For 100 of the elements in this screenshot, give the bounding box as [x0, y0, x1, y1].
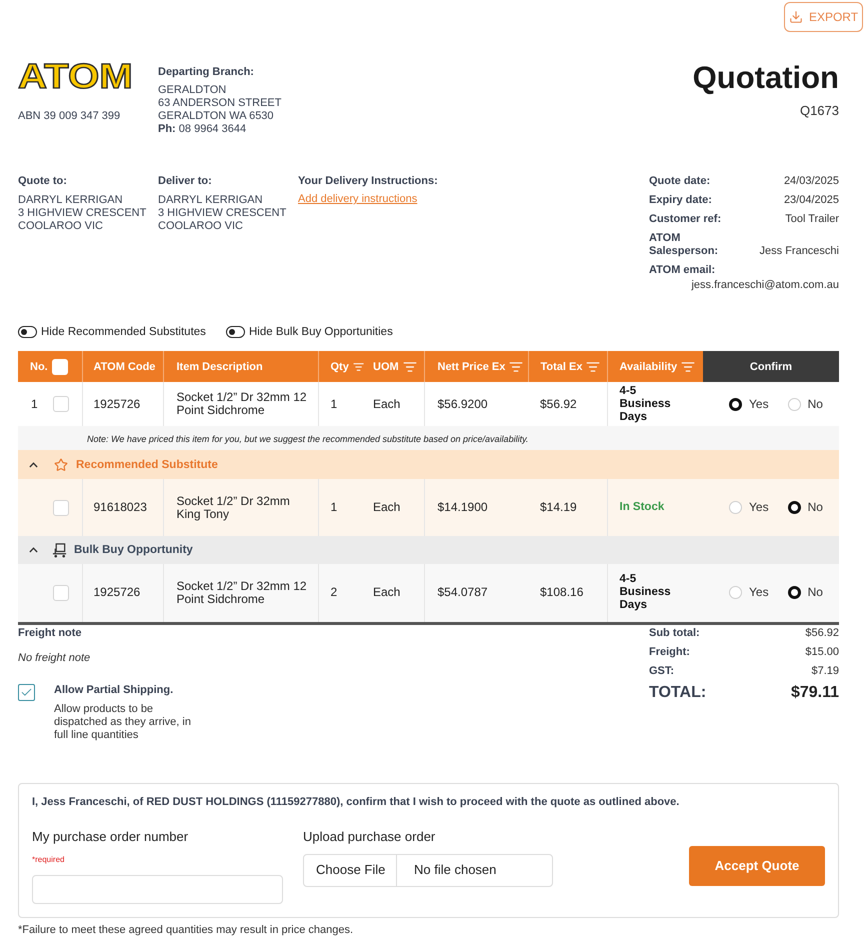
- total-value: $56.92: [805, 626, 839, 640]
- column-label: ATOM Code: [94, 360, 156, 374]
- trolley-icon: [52, 542, 67, 558]
- radio-label[interactable]: Yes: [749, 501, 769, 514]
- partial-shipping-checkbox[interactable]: [18, 684, 35, 700]
- table-cell: Each: [364, 479, 424, 536]
- freight-note: No freight note: [18, 652, 92, 664]
- address-line: DARRYL KERRIGAN: [158, 194, 264, 207]
- instructions-heading: Your Delivery Instructions:: [298, 175, 438, 188]
- freight-heading: Freight note: [18, 626, 83, 640]
- availability-cell: In Stock: [607, 479, 703, 536]
- column-label: No.: [30, 360, 48, 374]
- radio-label[interactable]: No: [808, 586, 823, 600]
- table-cell: Socket 1/2” Dr 32mm 12 Point Sidchrome: [163, 382, 318, 426]
- detail-label: Quote date:: [649, 175, 712, 188]
- table-cell: 91618023: [82, 479, 163, 536]
- table-cell: Each: [364, 382, 424, 426]
- required-text: *required: [32, 854, 66, 864]
- radio-label[interactable]: No: [808, 398, 823, 410]
- address-line: 63 ANDERSON STREET: [158, 97, 282, 110]
- row-number: 1: [31, 398, 38, 410]
- filter-icon[interactable]: [586, 360, 600, 374]
- table-cell: $56.92: [528, 382, 607, 426]
- file-status-text: No file chosen: [413, 861, 496, 880]
- star-icon: [54, 458, 68, 472]
- column-label: Total Ex: [540, 360, 582, 374]
- group-label: Bulk Buy Opportunity: [74, 543, 193, 557]
- branch-heading: Departing Branch:: [158, 66, 255, 79]
- chevron-up-icon[interactable]: [29, 547, 38, 553]
- radio-button[interactable]: [788, 586, 801, 600]
- partial-shipping-description: Allow products to be dispatched as they arrive, in full line quantities: [54, 702, 192, 742]
- total-value: $79.11: [790, 682, 839, 702]
- table-cell: 2: [318, 564, 364, 623]
- filter-icon[interactable]: [681, 360, 696, 374]
- detail-label: ATOM email:: [649, 264, 716, 277]
- radio-button[interactable]: [788, 501, 801, 514]
- address-line: COOLAROO VIC: [18, 220, 104, 233]
- address-line: COOLAROO VIC: [158, 220, 244, 233]
- table-cell: 1925726: [82, 564, 163, 623]
- total-value: $15.00: [805, 646, 839, 658]
- upload-label: Upload purchase order: [303, 828, 436, 844]
- address-line: 3 HIGHVIEW CRESCENT: [18, 207, 148, 220]
- detail-value: jess.franceschi@atom.com.au: [691, 279, 839, 292]
- filter-icon[interactable]: [509, 360, 524, 374]
- file-upload-field[interactable]: Choose File No file chosen: [303, 854, 553, 886]
- table-cell: 1: [318, 479, 364, 536]
- column-label: Item Description: [176, 360, 263, 374]
- detail-value: Jess Franceschi: [760, 245, 839, 258]
- quote-number: Q1673: [800, 103, 839, 119]
- address-line: DARRYL KERRIGAN: [18, 194, 124, 207]
- input-field[interactable]: [32, 874, 283, 904]
- toggle-switch[interactable]: [18, 326, 37, 338]
- total-label: GST:: [649, 664, 674, 678]
- availability-cell: 4-5 Business Days: [607, 382, 703, 426]
- radio-label[interactable]: No: [808, 501, 823, 514]
- detail-value: Tool Trailer: [785, 213, 839, 226]
- detail-value: 23/04/2025: [784, 194, 839, 207]
- toggle-switch[interactable]: [226, 326, 245, 338]
- address-heading: Quote to:: [18, 175, 68, 188]
- choose-file-button[interactable]: Choose File: [304, 854, 397, 886]
- note-text: Note: We have priced this item for you, but we suggest the recommended substitute based on price/availability.: [87, 434, 528, 444]
- toggle-label[interactable]: Hide Recommended Substitutes: [41, 325, 206, 339]
- row-checkbox[interactable]: [53, 500, 69, 516]
- toggle-label[interactable]: Hide Bulk Buy Opportunities: [249, 325, 393, 339]
- address-heading: Deliver to:: [158, 175, 213, 188]
- row-checkbox[interactable]: [53, 584, 69, 601]
- total-label: TOTAL:: [649, 682, 706, 702]
- table-cell: $56.9200: [424, 382, 528, 426]
- radio-label[interactable]: Yes: [749, 586, 769, 600]
- table-cell: Socket 1/2” Dr 32mm 12 Point Sidchrome: [163, 564, 318, 623]
- detail-value: 24/03/2025: [784, 175, 839, 188]
- document-title: Quotation: [692, 62, 839, 94]
- column-label: Availability: [620, 360, 678, 374]
- table-cell: 1925726: [82, 382, 163, 426]
- abn-text: ABN 39 009 347 399: [18, 110, 122, 123]
- group-label: Recommended Substitute: [76, 458, 218, 472]
- table-cell: $54.0787: [424, 564, 528, 623]
- detail-label: Expiry date:: [649, 194, 713, 207]
- row-checkbox[interactable]: [53, 396, 69, 412]
- partial-shipping-title: Allow Partial Shipping.: [54, 684, 174, 696]
- table-cell: $14.19: [528, 479, 607, 536]
- radio-button[interactable]: [729, 398, 742, 410]
- table-cell: $14.1900: [424, 479, 528, 536]
- footnote: *Failure to meet these agreed quantities may result in price changes.: [18, 924, 354, 936]
- acceptance-statement: I, Jess Franceschi, of RED DUST HOLDINGS (11159277880), confirm that I wish to proceed with the quote as outlined above.: [32, 796, 680, 808]
- radio-label[interactable]: Yes: [749, 398, 769, 410]
- availability-cell: 4-5 Business Days: [607, 564, 703, 623]
- select-all-checkbox[interactable]: [52, 358, 68, 374]
- column-label: Confirm: [750, 360, 792, 374]
- table-cell: $108.16: [528, 564, 607, 623]
- detail-label: Customer ref:: [649, 213, 722, 226]
- detail-label: ATOM Salesperson:: [649, 232, 720, 258]
- total-label: Sub total:: [649, 626, 700, 640]
- column-label: UOM: [373, 360, 399, 374]
- total-label: Freight:: [649, 646, 690, 658]
- logo: ATOM: [18, 64, 133, 90]
- chevron-up-icon[interactable]: [29, 462, 38, 468]
- column-label: Nett Price Ex: [438, 360, 506, 374]
- po-label: My purchase order number: [32, 828, 190, 844]
- filter-icon[interactable]: [402, 360, 417, 374]
